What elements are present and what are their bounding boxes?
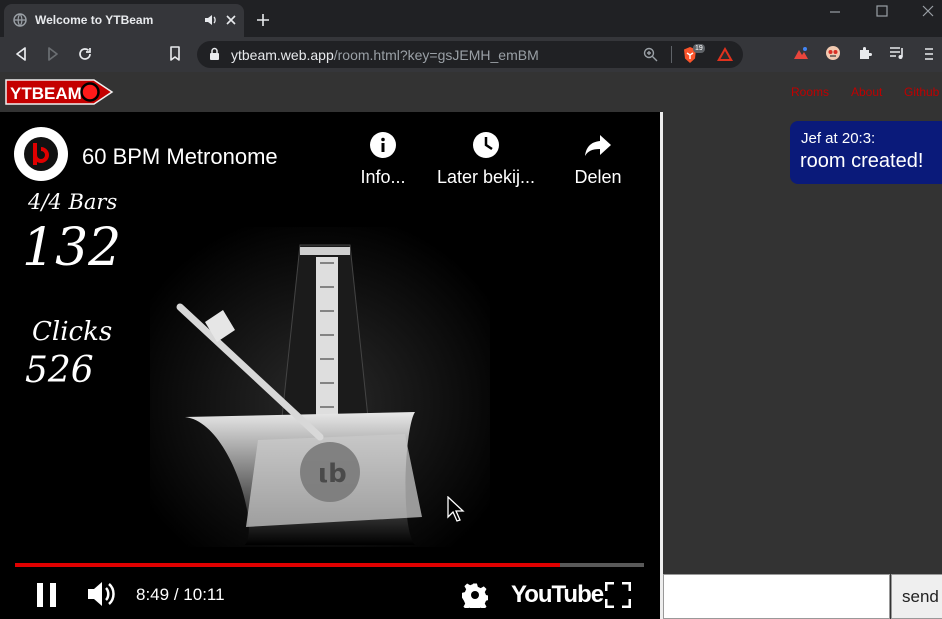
close-window-icon[interactable]: [922, 5, 934, 17]
metronome-frame: ιb: [150, 227, 490, 547]
forward-icon[interactable]: [46, 46, 60, 62]
mouse-cursor-icon: [447, 496, 465, 522]
share-icon: [585, 135, 611, 156]
channel-logo-icon: [24, 137, 58, 171]
url-host: ytbeam.web.app: [231, 47, 334, 63]
url-text: ytbeam.web.app/room.html?key=gsJEMH_emBM: [231, 47, 539, 63]
ytbeam-logo[interactable]: YTBEAM: [4, 78, 114, 106]
extension-face-icon[interactable]: [825, 45, 841, 61]
pause-icon[interactable]: [36, 582, 58, 608]
extensions-puzzle-icon[interactable]: [857, 45, 873, 61]
info-label: Info...: [360, 167, 406, 187]
video-title[interactable]: 60 BPM Metronome: [82, 144, 278, 170]
bookmark-icon[interactable]: [169, 46, 181, 62]
browser-toolbar: ytbeam.web.app/room.html?key=gsJEMH_emBM…: [0, 37, 942, 72]
info-button[interactable]: Info...: [351, 128, 415, 192]
watch-later-label: Later bekij...: [436, 167, 536, 187]
channel-avatar[interactable]: [14, 127, 68, 181]
globe-icon: [13, 13, 27, 27]
overlay-clicks-value: 526: [25, 350, 94, 391]
settings-gear-icon[interactable]: [462, 582, 488, 608]
youtube-logo[interactable]: YouTube: [511, 581, 604, 609]
new-tab-icon[interactable]: [256, 13, 270, 27]
time-current: 8:49: [136, 585, 170, 604]
url-path: /room.html?key=gsJEMH_emBM: [333, 47, 539, 63]
video-player[interactable]: ιb 60 BPM Metronome Info... Later bekij.…: [0, 112, 660, 619]
chat-panel: Jef at 20:3: room created! send: [663, 112, 942, 619]
fullscreen-icon[interactable]: [605, 582, 631, 608]
share-button[interactable]: Delen: [566, 128, 630, 192]
brave-rewards-icon[interactable]: [716, 46, 734, 62]
progress-played: [15, 563, 560, 567]
omnibox-divider: [671, 46, 672, 63]
send-button[interactable]: send: [891, 574, 942, 619]
nav-link-rooms[interactable]: Rooms: [791, 85, 829, 99]
time-total: 10:11: [183, 585, 225, 604]
tab-strip: Welcome to YTBeam: [0, 0, 942, 37]
svg-text:ιb: ιb: [318, 459, 347, 489]
message-text: room created!: [800, 150, 924, 172]
tab-title: Welcome to YTBeam: [35, 13, 154, 27]
volume-icon[interactable]: [87, 580, 117, 608]
time-display: 8:49 / 10:11: [136, 585, 225, 605]
nav-link-github[interactable]: Github: [904, 85, 939, 99]
media-queue-icon[interactable]: [889, 46, 905, 60]
info-icon: [370, 132, 396, 158]
share-label: Delen: [574, 167, 622, 187]
overlay-clicks-label: Clicks: [32, 317, 113, 347]
message-author-time: Jef at 20:3:: [801, 130, 876, 147]
address-bar[interactable]: ytbeam.web.app/room.html?key=gsJEMH_emBM…: [197, 41, 743, 68]
overlay-bars-label: 4/4 Bars: [28, 190, 118, 214]
watch-later-button[interactable]: Later bekij...: [430, 128, 542, 192]
overlay-bars-value: 132: [22, 218, 122, 278]
maximize-icon[interactable]: [876, 5, 888, 17]
minimize-icon[interactable]: [829, 10, 841, 14]
shields-count-badge: 19: [693, 44, 705, 53]
zoom-icon[interactable]: [643, 47, 658, 62]
menu-icon[interactable]: [924, 47, 934, 61]
close-tab-icon[interactable]: [226, 15, 236, 25]
nav-link-about[interactable]: About: [851, 85, 882, 99]
lock-icon[interactable]: [209, 47, 220, 61]
clock-icon: [473, 132, 499, 158]
chat-message: Jef at 20:3: room created!: [790, 121, 942, 184]
audio-playing-icon[interactable]: [204, 14, 218, 26]
time-separator: /: [173, 585, 179, 604]
chat-input[interactable]: [663, 574, 890, 619]
site-header: YTBEAM Rooms About Github: [0, 72, 942, 112]
back-icon[interactable]: [14, 46, 28, 62]
progress-bar[interactable]: [15, 563, 644, 567]
logo-text: YTBEAM: [10, 84, 82, 103]
reload-icon[interactable]: [77, 46, 93, 62]
extension-mountain-icon[interactable]: [793, 46, 809, 60]
browser-tab[interactable]: Welcome to YTBeam: [4, 4, 244, 37]
